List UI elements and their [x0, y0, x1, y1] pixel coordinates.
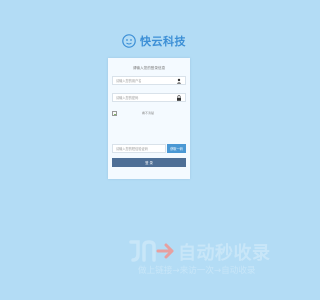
sms-code-field[interactable]: 请输入您的短信验证码 [112, 144, 166, 153]
login-card: 请输入您的登录信息 请输入您的用户名 请输入您的密码 看不清楚 请输入您的短信验… [108, 58, 190, 179]
username-field[interactable]: 请输入您的用户名 [112, 76, 186, 85]
sms-code-placeholder: 请输入您的短信验证码 [116, 147, 148, 151]
brand-name: 快云科技 [140, 35, 186, 48]
login-page: 快云科技 请输入您的登录信息 请输入您的用户名 请输入您的密码 看不清楚 请输入… [0, 0, 300, 300]
user-icon [176, 78, 182, 84]
login-button[interactable]: 登 录 [112, 158, 186, 167]
watermark-slogan: 做上链接→来访一次→自动收录 [138, 266, 256, 276]
watermark: 自动秒收录 做上链接→来访一次→自动收录 [128, 238, 286, 278]
username-placeholder: 请输入您的用户名 [116, 79, 142, 83]
captcha-row: 看不清楚 [112, 110, 186, 116]
send-code-button[interactable]: 获取一码 [167, 144, 186, 153]
password-field[interactable]: 请输入您的密码 [112, 93, 186, 102]
captcha-refresh-link[interactable]: 看不清楚 [142, 111, 154, 115]
login-card-title: 请输入您的登录信息 [132, 66, 166, 70]
watermark-title: 自动秒收录 [178, 243, 271, 264]
watermark-logo-icon [129, 240, 174, 262]
brand-header: 快云科技 [122, 33, 186, 49]
captcha-image[interactable] [112, 110, 117, 116]
lock-icon [177, 94, 181, 101]
cloud-face-logo-icon [122, 34, 136, 48]
password-placeholder: 请输入您的密码 [116, 96, 139, 100]
